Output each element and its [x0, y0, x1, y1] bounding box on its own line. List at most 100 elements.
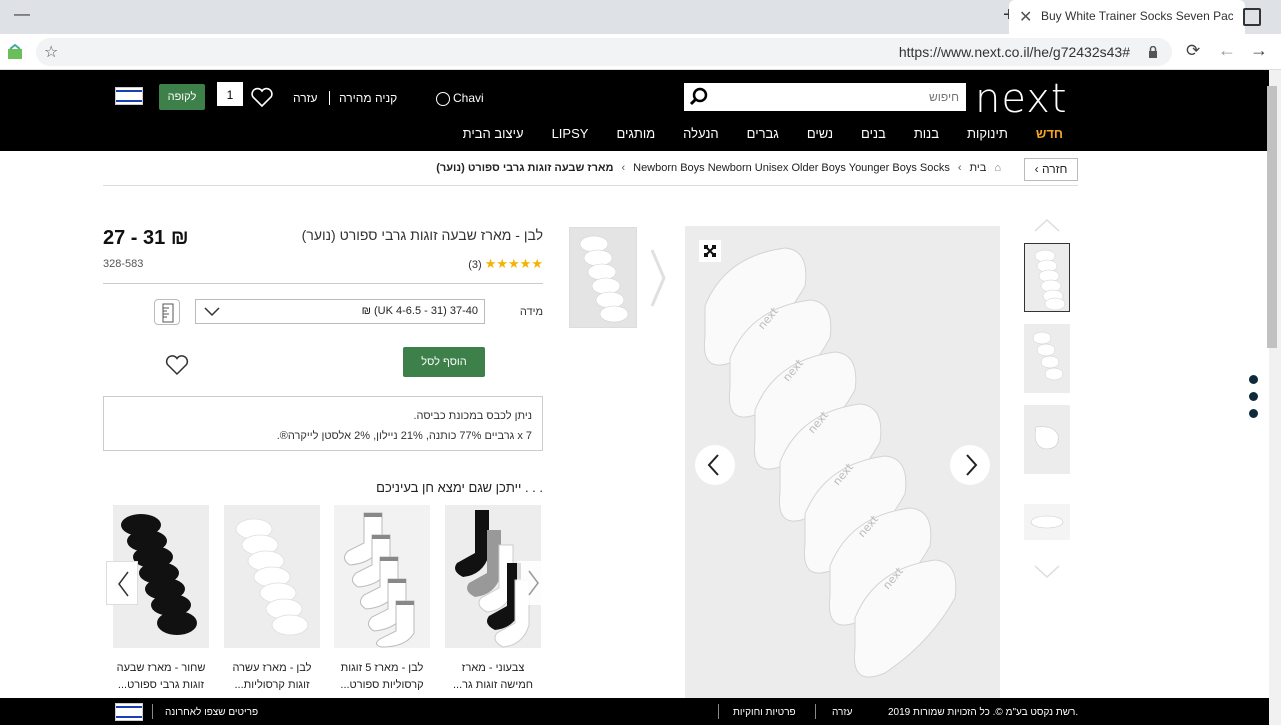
- extension-icon[interactable]: [6, 43, 24, 61]
- nav-item-lipsy[interactable]: LIPSY: [552, 126, 589, 141]
- browser-tab[interactable]: ✕ Buy White Trainer Socks Seven Pack: [1009, 0, 1245, 34]
- next-logo[interactable]: next: [975, 76, 1068, 122]
- israel-flag-icon[interactable]: [115, 87, 143, 105]
- add-to-bag-button[interactable]: הוסף לסל: [403, 347, 485, 377]
- privacy-link[interactable]: פרטיות וחוקיות: [733, 707, 796, 718]
- footer-bar: פריטים שצפו לאחרונה פרטיות וחוקיות עזרה …: [0, 698, 1269, 725]
- chevron-down-icon: [204, 307, 220, 317]
- care-info-box: ניתן לכבס במכונת כביסה. 7 x גרביים 77% כ…: [103, 396, 543, 451]
- page-dot[interactable]: [1249, 409, 1258, 418]
- size-guide-button[interactable]: [154, 299, 180, 325]
- footer-separator: [152, 704, 153, 719]
- recommendations-next-button[interactable]: [517, 561, 549, 605]
- recommendation-caption[interactable]: לבן - מארז 5 זוגות קרסוליות ספורט...: [334, 660, 430, 694]
- minimize-icon[interactable]: —: [14, 6, 30, 24]
- recommendation-caption[interactable]: לבן - מארז עשרה זוגות קרסוליות...: [224, 660, 320, 694]
- checkout-button[interactable]: לקופה: [159, 84, 205, 110]
- thumbnail-4[interactable]: [1024, 504, 1070, 540]
- footer-separator: [718, 704, 719, 719]
- footer-separator: [815, 704, 816, 719]
- thumbnail-2[interactable]: [1024, 324, 1070, 393]
- omnibox[interactable]: ☆ https://www.next.co.il/he/g72432s43#: [36, 38, 1172, 66]
- lock-icon[interactable]: [1148, 46, 1158, 59]
- page-dot[interactable]: [1249, 392, 1258, 401]
- nav-item-new[interactable]: חדש: [1036, 126, 1063, 141]
- search-icon[interactable]: [688, 86, 710, 108]
- sock-thumbnail-image: [1034, 426, 1059, 450]
- nav-item-men[interactable]: גברים: [747, 126, 779, 141]
- rating-count: (3): [468, 259, 482, 271]
- nav-item-shoes[interactable]: הנעלה: [683, 126, 718, 141]
- size-select[interactable]: 37-40 (31 - UK 4-6.5) ₪: [195, 299, 485, 324]
- header-separator: [329, 91, 330, 105]
- recommendation-item[interactable]: לבן - מארז 5 זוגות קרסוליות ספורט...: [334, 505, 430, 694]
- rating-stars-icon: ★★★★★: [484, 256, 543, 271]
- care-line-2: 7 x גרביים 77% כותנה, 21% ניילון, 2% אלס…: [276, 430, 532, 442]
- search-input[interactable]: [719, 84, 959, 110]
- breadcrumb: ⌂ בית ‹ Newborn Boys Newborn Unisex Olde…: [436, 162, 1001, 174]
- recommendations-prev-button[interactable]: [106, 561, 138, 605]
- scrollbar-thumb[interactable]: [1267, 86, 1277, 348]
- help-link[interactable]: עזרה: [293, 91, 318, 105]
- product-rating[interactable]: (3) ★★★★★: [468, 256, 543, 272]
- back-icon[interactable]: →: [1250, 40, 1268, 61]
- chevron-right-icon: [528, 570, 539, 596]
- wishlist-heart-icon[interactable]: [250, 86, 274, 108]
- nav-item-girls[interactable]: בנות: [914, 126, 939, 141]
- footer-help-link[interactable]: עזרה: [832, 707, 852, 718]
- product-code: 328-583: [103, 258, 144, 270]
- side-chevron-icon: [650, 249, 666, 307]
- user-account-link[interactable]: Chavi: [436, 91, 484, 106]
- product-title: לבן - מארז שבעה זוגות גרבי ספורט (נוער): [301, 227, 543, 243]
- caption-line: קרסוליות ספורט...: [340, 679, 424, 691]
- chevron-left-icon: [707, 454, 719, 476]
- breadcrumb-path[interactable]: Newborn Boys Newborn Unisex Older Boys Y…: [633, 162, 950, 174]
- quick-buy-link[interactable]: קניה מהירה: [339, 91, 397, 105]
- nav-item-boys[interactable]: בנים: [861, 126, 886, 141]
- ruler-icon: [162, 303, 174, 323]
- thumbs-up-arrow-icon[interactable]: [1034, 218, 1060, 232]
- nav-item-home[interactable]: עיצוב הבית: [463, 126, 524, 141]
- address-bar: ☆ https://www.next.co.il/he/g72432s43# ⟳…: [0, 34, 1281, 70]
- bookmark-star-icon[interactable]: ☆: [44, 42, 58, 62]
- url-text: https://www.next.co.il/he/g72432s43#: [898, 44, 1130, 60]
- reload-icon[interactable]: ⟳: [1186, 41, 1200, 61]
- recommendation-image: [224, 505, 320, 648]
- page-dot[interactable]: [1249, 375, 1258, 384]
- white-socks-image: [235, 518, 309, 636]
- shopping-bag-button[interactable]: 1: [217, 82, 243, 106]
- nav-item-baby[interactable]: תינוקות: [967, 126, 1008, 141]
- forward-icon[interactable]: ←: [1218, 40, 1236, 61]
- image-prev-button[interactable]: [695, 445, 735, 485]
- thumbnail-3[interactable]: [1024, 405, 1070, 474]
- sock-thumbnail-image: [1030, 515, 1064, 529]
- nav-item-brands[interactable]: מותגים: [616, 126, 655, 141]
- image-next-button[interactable]: [950, 445, 990, 485]
- home-icon[interactable]: ⌂: [994, 162, 1001, 174]
- divider: [103, 185, 1078, 186]
- recently-viewed-link[interactable]: פריטים שצפו לאחרונה: [165, 707, 258, 718]
- recommendation-caption[interactable]: שחור - מארז שבעה זוגות גרבי ספורט...: [113, 660, 209, 694]
- caption-line: צבעוני - מארז: [461, 662, 525, 674]
- close-tab-icon[interactable]: ✕: [1019, 7, 1032, 27]
- back-button[interactable]: ‹ חזרה: [1024, 158, 1078, 181]
- socks-preview-image: [579, 235, 629, 323]
- add-to-wishlist-heart-icon[interactable]: [164, 353, 190, 377]
- breadcrumb-home[interactable]: בית: [970, 162, 987, 174]
- back-label: חזרה: [1041, 162, 1068, 176]
- expand-image-button[interactable]: [699, 240, 721, 262]
- thumbnail-1[interactable]: [1024, 243, 1070, 312]
- product-price: 27 - 31 ₪: [103, 227, 189, 249]
- recommendation-caption[interactable]: צבעוני - מארז חמישה זוגות גר...: [445, 660, 541, 694]
- recommendation-item[interactable]: לבן - מארז עשרה זוגות קרסוליות...: [224, 505, 320, 694]
- caption-line: שחור - מארז שבעה: [116, 662, 206, 674]
- caption-line: לבן - מארז 5 זוגות: [340, 662, 424, 674]
- side-preview-image[interactable]: [569, 227, 637, 328]
- browser-tab-bar: — + ✕ Buy White Trainer Socks Seven Pack: [0, 0, 1281, 34]
- nav-item-women[interactable]: נשים: [807, 126, 833, 141]
- size-selected-value: 37-40 (31 - UK 4-6.5) ₪: [361, 305, 478, 317]
- caption-line: זוגות קרסוליות...: [234, 679, 310, 691]
- breadcrumb-chevron-icon: ‹: [957, 162, 962, 174]
- thumbs-down-arrow-icon[interactable]: [1034, 565, 1060, 579]
- israel-flag-icon[interactable]: [115, 703, 143, 721]
